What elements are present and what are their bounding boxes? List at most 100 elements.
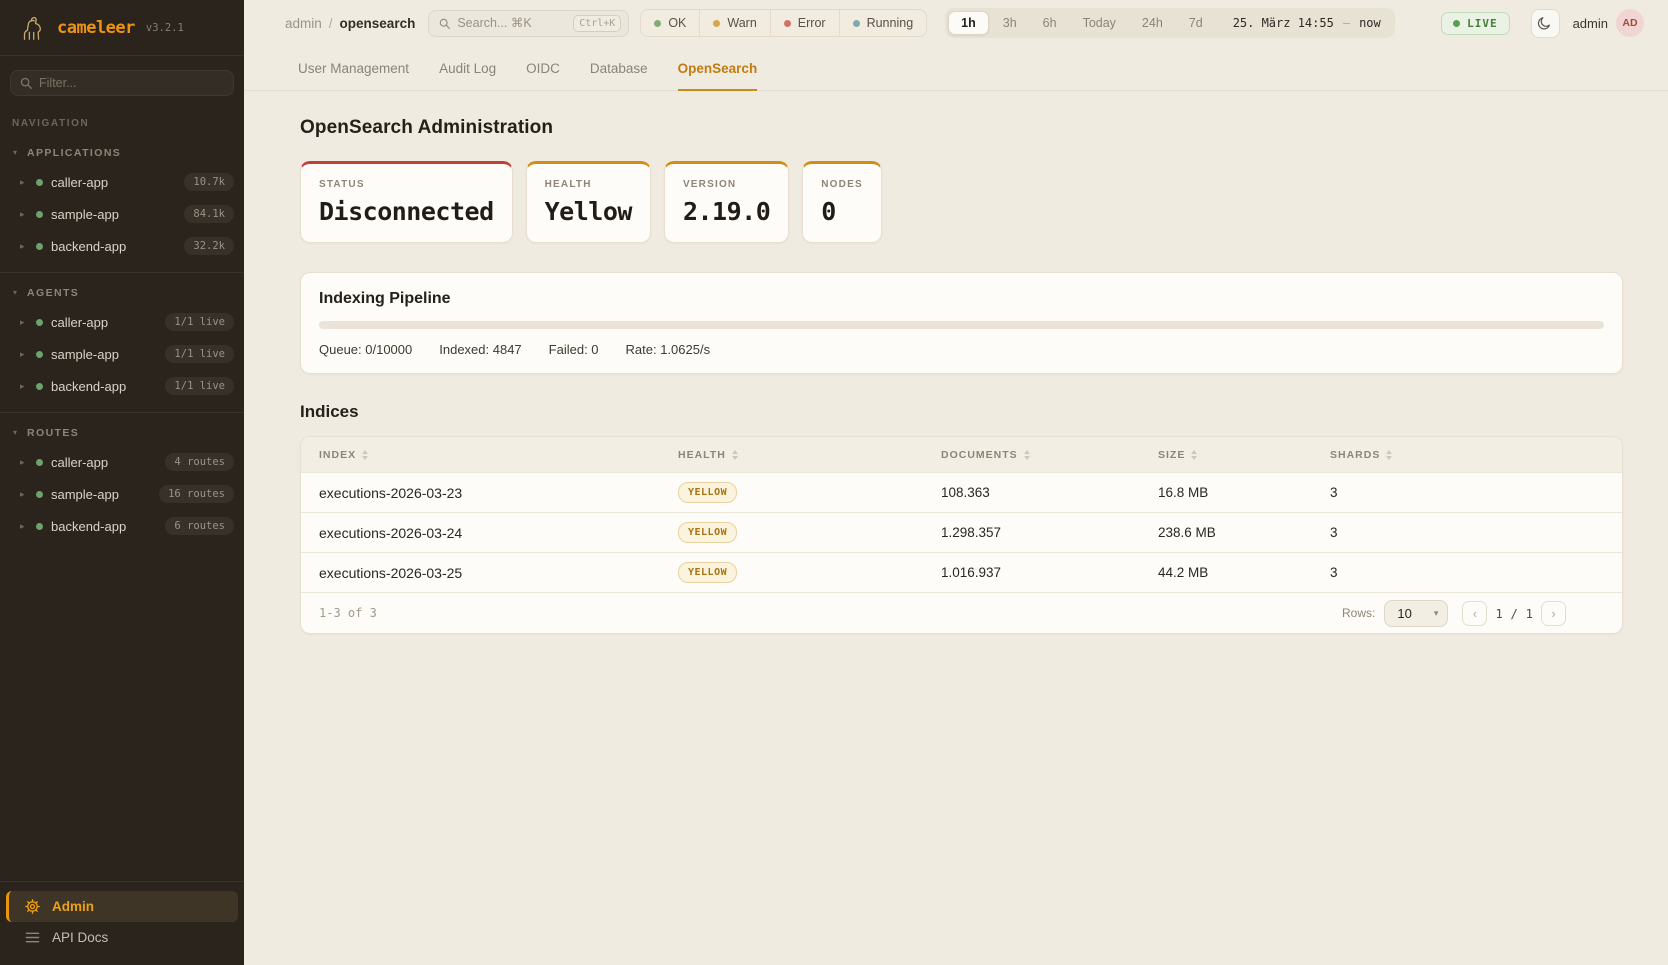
time-range-today[interactable]: Today [1071,12,1128,34]
column-header-documents[interactable]: DOCUMENTS [941,449,1158,461]
time-range-7d[interactable]: 7d [1177,12,1215,34]
table-row[interactable]: executions-2026-03-23 YELLOW 108.363 16.… [301,472,1622,512]
status-dot [36,243,43,250]
status-filter-error[interactable]: Error [771,10,840,36]
sidebar-item-caller-app[interactable]: ▸ caller-app 4 routes [0,446,244,478]
live-toggle[interactable]: LIVE [1441,12,1510,35]
stat-label: NODES [821,179,863,190]
time-range-3h[interactable]: 3h [991,12,1029,34]
next-page-button[interactable]: › [1541,601,1566,626]
sidebar-item-admin[interactable]: Admin [6,891,238,922]
time-range-24h[interactable]: 24h [1130,12,1175,34]
shortcut-badge: Ctrl+K [573,15,621,32]
status-filter-warn[interactable]: Warn [700,10,770,36]
brand-version: v3.2.1 [146,22,184,34]
tab-audit-log[interactable]: Audit Log [439,61,496,91]
caret-right-icon: ▸ [20,209,28,220]
status-filter-label: OK [668,16,686,30]
breadcrumb-separator: / [329,16,333,31]
table-footer: 1-3 of 3 Rows: 10 ▾ ‹ 1 / 1 › [301,592,1622,633]
brand-logo[interactable]: cameleer v3.2.1 [0,0,244,55]
sidebar-item-backend-app[interactable]: ▸ backend-app 6 routes [0,510,244,542]
status-filter-ok[interactable]: OK [641,10,700,36]
search-input[interactable] [457,16,567,30]
time-range-6h[interactable]: 6h [1031,12,1069,34]
gear-icon [25,899,40,914]
size-cell: 44.2 MB [1158,565,1330,580]
camel-logo-icon [16,13,48,43]
documents-cell: 1.016.937 [941,565,1158,580]
column-header-size[interactable]: SIZE [1158,449,1330,461]
navigation-label: NAVIGATION [0,106,244,133]
shards-cell: 3 [1330,565,1622,580]
rows-per-page-select[interactable]: 10 ▾ [1384,600,1448,627]
status-filter-running[interactable]: Running [840,10,927,36]
avatar[interactable]: AD [1616,9,1644,37]
tab-opensearch[interactable]: OpenSearch [678,61,758,91]
index-name-cell: executions-2026-03-25 [301,565,678,581]
sidebar-item-caller-app[interactable]: ▸ caller-app 1/1 live [0,306,244,338]
sidebar-item-label: caller-app [51,175,176,190]
sidebar-item-badge: 32.2k [184,237,234,255]
stat-card-version: VERSION 2.19.0 [664,161,789,243]
stat-card-nodes: NODES 0 [802,161,882,243]
tab-user-management[interactable]: User Management [298,61,409,91]
nav-section-routes: ▾ ROUTES ▸ caller-app 4 routes ▸ sample-… [0,413,244,552]
sidebar-item-label: sample-app [51,347,157,362]
health-badge: YELLOW [678,482,737,503]
sidebar-filter [10,70,234,96]
nav-section-header[interactable]: ▾ ROUTES [0,421,244,446]
global-search[interactable]: Ctrl+K [428,10,629,37]
documents-cell: 108.363 [941,485,1158,500]
previous-page-button[interactable]: ‹ [1462,601,1487,626]
theme-toggle-button[interactable] [1531,9,1560,38]
nav-section-header[interactable]: ▾ AGENTS [0,281,244,306]
filter-input[interactable] [10,70,234,96]
column-header-health[interactable]: HEALTH [678,449,941,461]
sidebar-item-sample-app[interactable]: ▸ sample-app 84.1k [0,198,244,230]
status-dot [36,491,43,498]
sidebar-item-sample-app[interactable]: ▸ sample-app 1/1 live [0,338,244,370]
pipeline-stat-rate: Rate: 1.0625/s [626,342,711,357]
table-row[interactable]: executions-2026-03-25 YELLOW 1.016.937 4… [301,552,1622,592]
sidebar-item-sample-app[interactable]: ▸ sample-app 16 routes [0,478,244,510]
stat-label: HEALTH [545,179,632,190]
tab-database[interactable]: Database [590,61,648,91]
nav-section-title: AGENTS [27,287,79,299]
breadcrumb: admin / opensearch [285,16,415,31]
stat-cards: STATUS Disconnected HEALTH Yellow VERSIO… [300,161,1623,243]
index-name-cell: executions-2026-03-24 [301,525,678,541]
sidebar-item-api-docs[interactable]: API Docs [6,922,238,953]
shards-cell: 3 [1330,485,1622,500]
table-row[interactable]: executions-2026-03-24 YELLOW 1.298.357 2… [301,512,1622,552]
sidebar-item-backend-app[interactable]: ▸ backend-app 32.2k [0,230,244,262]
main-area: admin / opensearch Ctrl+K OK Warn Error [244,0,1668,965]
search-icon [19,76,33,90]
sidebar-item-caller-app[interactable]: ▸ caller-app 10.7k [0,166,244,198]
sidebar-item-badge: 1/1 live [165,345,234,363]
date-range-picker[interactable]: 25. März 14:55 — now [1233,16,1381,30]
status-filter-label: Warn [727,16,756,30]
sidebar-item-backend-app[interactable]: ▸ backend-app 1/1 live [0,370,244,402]
search-icon [438,17,451,30]
nav-section-header[interactable]: ▾ APPLICATIONS [0,141,244,166]
caret-right-icon: ▸ [20,381,28,392]
sort-icon [1024,450,1030,460]
breadcrumb-parent[interactable]: admin [285,16,322,31]
pipeline-progress-bar [319,321,1604,329]
column-header-index[interactable]: INDEX [301,449,678,461]
time-range-1h[interactable]: 1h [948,11,989,35]
size-cell: 16.8 MB [1158,485,1330,500]
sort-icon [732,450,738,460]
stat-value: 2.19.0 [683,197,770,226]
column-header-shards[interactable]: SHARDS [1330,449,1622,461]
page-title: OpenSearch Administration [300,117,1623,139]
tab-oidc[interactable]: OIDC [526,61,560,91]
caret-down-icon: ▾ [13,429,17,437]
pipeline-stat-indexed: Indexed: 4847 [439,342,521,357]
breadcrumb-current[interactable]: opensearch [340,16,416,31]
health-badge: YELLOW [678,522,737,543]
status-dot [36,383,43,390]
sidebar-item-badge: 6 routes [165,517,234,535]
time-range-group: 1h 3h 6h Today 24h 7d 25. März 14:55 — n… [945,8,1395,38]
